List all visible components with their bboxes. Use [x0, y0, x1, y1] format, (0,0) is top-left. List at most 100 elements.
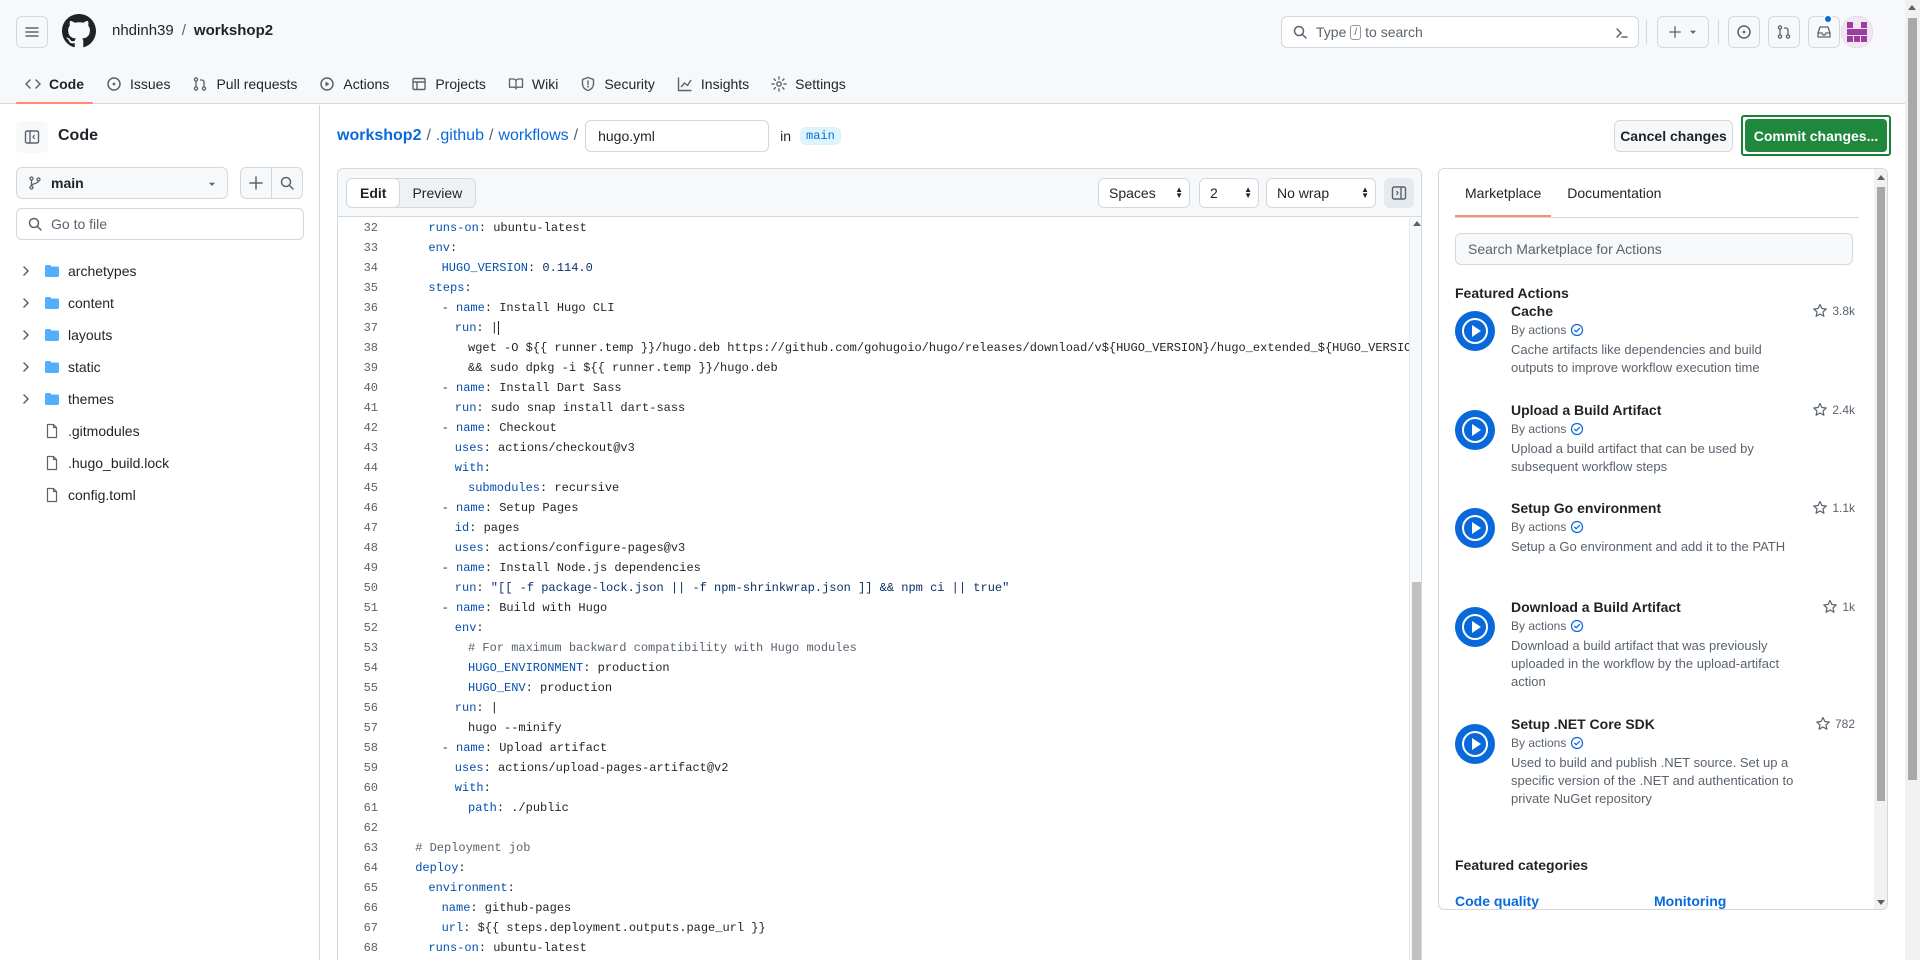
code-line[interactable]: 66 name: github-pages [338, 898, 1409, 918]
code-line[interactable]: 50 run: "[[ -f package-lock.json || -f np… [338, 578, 1409, 598]
code-line[interactable]: 52 env: [338, 618, 1409, 638]
commit-changes-button[interactable]: Commit changes... [1745, 119, 1887, 152]
toggle-sidepanel-button[interactable] [1384, 178, 1414, 208]
code-line[interactable]: 59 uses: actions/upload-pages-artifact@v2 [338, 758, 1409, 778]
repo-name-link[interactable]: workshop2 [194, 22, 273, 39]
tab-pull-requests[interactable]: Pull requests [183, 64, 306, 104]
tab-security[interactable]: Security [571, 64, 664, 104]
code-content[interactable]: 32 runs-on: ubuntu-latest 33 env: 34 HUGO_VER… [338, 218, 1421, 960]
tree-file-gitmodules[interactable]: .gitmodules [16, 415, 304, 447]
code-line[interactable]: 68 runs-on: ubuntu-latest [338, 938, 1409, 958]
tree-folder-archetypes[interactable]: archetypes [16, 255, 304, 287]
add-file-button[interactable] [240, 167, 272, 199]
marketplace-scrollbar[interactable] [1874, 169, 1887, 909]
tree-file-config-toml[interactable]: config.toml [16, 479, 304, 511]
category-monitoring-link[interactable]: Monitoring [1654, 893, 1726, 909]
editor-scrollbar[interactable] [1409, 218, 1421, 960]
menu-button[interactable] [16, 16, 48, 48]
user-avatar[interactable] [1841, 16, 1873, 48]
code-line[interactable]: 60 with: [338, 778, 1409, 798]
tab-documentation[interactable]: Documentation [1557, 169, 1671, 217]
code-line[interactable]: 62 [338, 818, 1409, 838]
branch-selector[interactable]: main [16, 167, 228, 199]
tree-folder-content[interactable]: content [16, 287, 304, 319]
wrap-mode-select[interactable]: No wrap ▲ ▼ [1266, 178, 1376, 208]
tab-settings[interactable]: Settings [762, 64, 855, 104]
editor-scrollbar-thumb[interactable] [1412, 582, 1421, 960]
chevron-right-icon[interactable] [18, 391, 34, 407]
breadcrumb-repo-link[interactable]: workshop2 [337, 127, 421, 145]
tree-file-hugo-build-lock[interactable]: .hugo_build.lock [16, 447, 304, 479]
cancel-changes-button[interactable]: Cancel changes [1614, 120, 1733, 152]
filename-input[interactable]: hugo.yml [585, 120, 770, 152]
tree-folder-themes[interactable]: themes [16, 383, 304, 415]
code-line[interactable]: 35 steps: [338, 278, 1409, 298]
code-line[interactable]: 45 submodules: recursive [338, 478, 1409, 498]
code-line[interactable]: 61 path: ./public [338, 798, 1409, 818]
tab-projects[interactable]: Projects [402, 64, 495, 104]
scroll-up-icon[interactable] [1877, 175, 1885, 180]
action-name-link[interactable]: Download a Build Artifact [1511, 599, 1681, 615]
code-line[interactable]: 47 id: pages [338, 518, 1409, 538]
preview-tab[interactable]: Preview [399, 179, 475, 207]
tab-insights[interactable]: Insights [668, 64, 758, 104]
code-line[interactable]: 67 url: ${{ steps.deployment.outputs.page… [338, 918, 1409, 938]
global-search-input[interactable]: Type / to search [1281, 16, 1639, 48]
code-line[interactable]: 43 uses: actions/checkout@v3 [338, 438, 1409, 458]
category-code-quality-link[interactable]: Code quality [1455, 893, 1539, 909]
tab-actions[interactable]: Actions [310, 64, 398, 104]
code-line[interactable]: 38 wget -O ${{ runner.temp }}/hugo.deb ht… [338, 338, 1421, 358]
scroll-down-icon[interactable] [1877, 900, 1885, 905]
chevron-right-icon[interactable] [18, 359, 34, 375]
code-line[interactable]: 54 HUGO_ENVIRONMENT: production [338, 658, 1409, 678]
tab-marketplace[interactable]: Marketplace [1455, 169, 1552, 217]
repo-owner-link[interactable]: nhdinh39 [112, 22, 174, 39]
page-scrollbar-thumb[interactable] [1908, 18, 1917, 780]
code-line[interactable]: 48 uses: actions/configure-pages@v3 [338, 538, 1409, 558]
code-line[interactable]: 41 run: sudo snap install dart-sass [338, 398, 1409, 418]
code-line[interactable]: 39 && sudo dpkg -i ${{ runner.temp }}/hug… [338, 358, 1409, 378]
search-files-button[interactable] [271, 167, 303, 199]
create-new-button[interactable] [1657, 16, 1709, 48]
issues-button[interactable] [1728, 16, 1760, 48]
code-line[interactable]: 32 runs-on: ubuntu-latest [338, 218, 1409, 238]
scroll-up-icon[interactable] [1908, 5, 1916, 10]
action-name-link[interactable]: Setup Go environment [1511, 500, 1661, 516]
marketplace-search-input[interactable]: Search Marketplace for Actions [1455, 233, 1853, 265]
github-logo-icon[interactable] [62, 14, 96, 48]
chevron-right-icon[interactable] [18, 295, 34, 311]
indent-size-select[interactable]: 2 ▲ ▼ [1199, 178, 1259, 208]
collapse-sidebar-button[interactable] [16, 121, 48, 153]
code-line[interactable]: 64 deploy: [338, 858, 1409, 878]
code-line[interactable]: 49 - name: Install Node.js dependencies [338, 558, 1409, 578]
marketplace-scrollbar-thumb[interactable] [1877, 187, 1885, 801]
code-line[interactable]: 57 hugo --minify [338, 718, 1409, 738]
code-line[interactable]: 55 HUGO_ENV: production [338, 678, 1409, 698]
action-name-link[interactable]: Cache [1511, 303, 1553, 319]
code-line[interactable]: 46 - name: Setup Pages [338, 498, 1409, 518]
command-palette-icon[interactable] [1614, 25, 1630, 41]
indent-mode-select[interactable]: Spaces ▲ ▼ [1098, 178, 1190, 208]
code-line[interactable]: 33 env: [338, 238, 1409, 258]
scroll-up-icon[interactable] [1413, 221, 1421, 226]
code-line[interactable]: 51 - name: Build with Hugo [338, 598, 1409, 618]
code-line[interactable]: 36 - name: Install Hugo CLI [338, 298, 1409, 318]
action-name-link[interactable]: Upload a Build Artifact [1511, 402, 1661, 418]
chevron-right-icon[interactable] [18, 263, 34, 279]
pull-requests-button[interactable] [1768, 16, 1800, 48]
page-scrollbar[interactable] [1905, 0, 1920, 960]
go-to-file-input[interactable]: Go to file [16, 208, 304, 240]
code-line[interactable]: 42 - name: Checkout [338, 418, 1409, 438]
code-line[interactable]: 65 environment: [338, 878, 1409, 898]
code-line[interactable]: 56 run: | [338, 698, 1409, 718]
code-line[interactable]: 34 HUGO_VERSION: 0.114.0 [338, 258, 1409, 278]
code-line[interactable]: 63 # Deployment job [338, 838, 1409, 858]
tab-wiki[interactable]: Wiki [499, 64, 567, 104]
action-name-link[interactable]: Setup .NET Core SDK [1511, 716, 1655, 732]
code-line[interactable]: 37 run: | [338, 318, 1409, 338]
edit-tab[interactable]: Edit [346, 178, 401, 208]
code-line[interactable]: 53 # For maximum backward compatibility w… [338, 638, 1409, 658]
code-line[interactable]: 58 - name: Upload artifact [338, 738, 1409, 758]
breadcrumb-github-link[interactable]: .github [436, 127, 484, 145]
tab-code[interactable]: Code [16, 64, 93, 104]
